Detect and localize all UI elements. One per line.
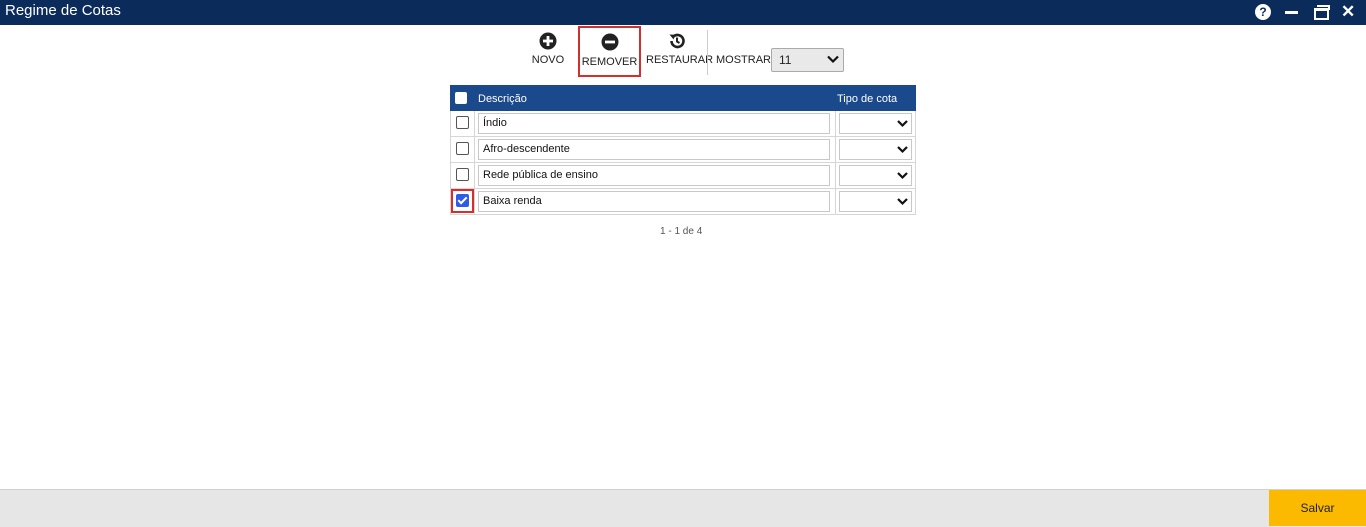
table-row: Rede pública de ensino bbox=[450, 163, 916, 189]
novo-button[interactable]: NOVO bbox=[526, 27, 570, 75]
restore-history-icon bbox=[669, 33, 685, 49]
title-bar: Regime de Cotas ? ✕ bbox=[0, 0, 1366, 25]
tipo-cota-select[interactable] bbox=[839, 191, 912, 212]
table-header: Descrição Tipo de cota bbox=[450, 85, 916, 111]
descricao-input[interactable]: Índio bbox=[478, 113, 830, 134]
cell-divider bbox=[835, 163, 836, 188]
footer-bar bbox=[0, 489, 1366, 527]
page-size-select[interactable]: 11 bbox=[771, 48, 844, 72]
close-icon[interactable]: ✕ bbox=[1341, 3, 1355, 20]
cell-divider bbox=[835, 189, 836, 214]
remover-button[interactable]: REMOVER bbox=[578, 26, 641, 77]
chevron-down-icon bbox=[897, 120, 908, 128]
table-row: Índio bbox=[450, 111, 916, 137]
novo-label: NOVO bbox=[531, 54, 565, 66]
toolbar-divider bbox=[707, 30, 708, 75]
restaurar-button[interactable]: RESTAURAR bbox=[646, 27, 714, 75]
minus-circle-icon bbox=[601, 33, 618, 51]
maximize-icon[interactable] bbox=[1312, 4, 1330, 21]
restaurar-label: RESTAURAR bbox=[646, 54, 714, 66]
descricao-input[interactable]: Baixa renda bbox=[478, 191, 830, 212]
column-header-descricao: Descrição bbox=[478, 93, 527, 105]
column-header-tipo: Tipo de cota bbox=[837, 93, 898, 105]
tipo-cota-select[interactable] bbox=[839, 165, 912, 186]
descricao-input[interactable]: Rede pública de ensino bbox=[478, 165, 830, 186]
mostrar-label: MOSTRAR: bbox=[716, 54, 775, 66]
table-row: Baixa renda bbox=[450, 189, 916, 215]
remover-label: REMOVER bbox=[581, 56, 638, 68]
cell-divider bbox=[835, 111, 836, 136]
plus-circle-icon bbox=[539, 32, 557, 50]
row-checkbox-cell bbox=[451, 189, 475, 214]
row-checkbox-cell bbox=[451, 137, 475, 162]
table-row: Afro-descendente bbox=[450, 137, 916, 163]
page-size-value: 11 bbox=[779, 53, 792, 67]
chevron-down-icon bbox=[897, 146, 908, 154]
window-title: Regime de Cotas bbox=[5, 2, 121, 19]
help-icon[interactable]: ? bbox=[1255, 4, 1271, 20]
row-checkbox-cell bbox=[451, 163, 475, 188]
descricao-input[interactable]: Afro-descendente bbox=[478, 139, 830, 160]
select-all-checkbox[interactable] bbox=[455, 92, 467, 104]
row-checkbox-cell bbox=[451, 111, 475, 136]
chevron-down-icon bbox=[827, 55, 839, 64]
save-button[interactable]: Salvar bbox=[1269, 490, 1366, 526]
minimize-icon[interactable] bbox=[1285, 4, 1299, 21]
tipo-cota-select[interactable] bbox=[839, 113, 912, 134]
row-checkbox[interactable] bbox=[456, 116, 469, 129]
pagination-info: 1 - 1 de 4 bbox=[660, 226, 703, 237]
chevron-down-icon bbox=[897, 198, 908, 206]
chevron-down-icon bbox=[897, 172, 908, 180]
cell-divider bbox=[835, 137, 836, 162]
selection-highlight bbox=[451, 189, 474, 213]
row-checkbox[interactable] bbox=[456, 168, 469, 181]
row-checkbox[interactable] bbox=[456, 142, 469, 155]
tipo-cota-select[interactable] bbox=[839, 139, 912, 160]
